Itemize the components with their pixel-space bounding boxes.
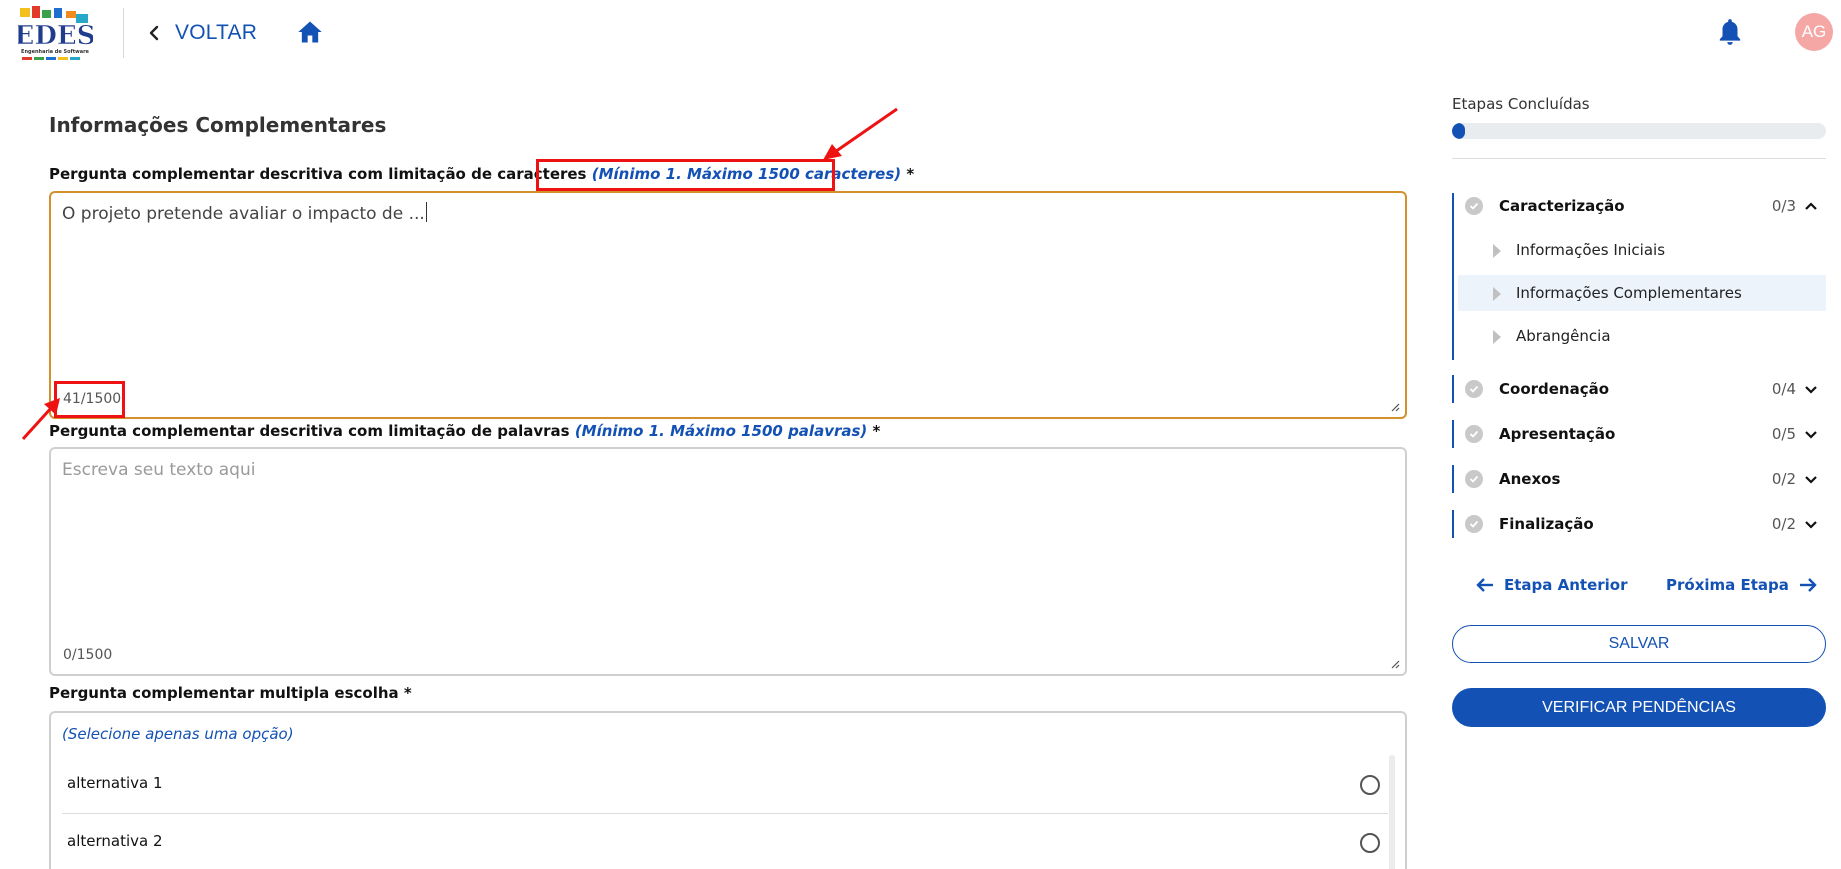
radio-button[interactable]: [1360, 775, 1380, 795]
chevron-up-icon[interactable]: [1804, 201, 1818, 211]
step-count: 0/2: [1771, 515, 1796, 533]
chevron-left-icon: [149, 25, 159, 41]
radio-button[interactable]: [1360, 833, 1380, 853]
question-2-placeholder: Escreva seu texto aqui: [62, 460, 256, 480]
chevron-down-icon[interactable]: [1804, 430, 1818, 440]
step-indicator-bar: [1452, 375, 1454, 403]
substep-informacoes-iniciais[interactable]: Informações Iniciais: [1458, 232, 1826, 268]
sidebar-divider: [1452, 158, 1826, 159]
substep-abrangencia[interactable]: Abrangência: [1458, 318, 1826, 354]
step-count: 0/4: [1771, 380, 1796, 398]
arrow-right-icon: [1799, 578, 1817, 592]
question-1-value: O projeto pretende avaliar o impacto de …: [62, 202, 427, 224]
choices-scrollbar[interactable]: [1389, 755, 1395, 869]
section-title: Informações Complementares: [49, 113, 387, 137]
progress-bar: [1452, 123, 1826, 139]
arrow-left-icon: [1476, 578, 1493, 592]
question-1-label: Pergunta complementar descritiva com lim…: [49, 165, 914, 183]
logo-subtitle: Engenharia de Software: [21, 49, 90, 55]
text-caret: [425, 202, 427, 222]
question-3-text: Pergunta complementar multipla escolha: [49, 684, 399, 702]
substep-informacoes-complementares[interactable]: Informações Complementares: [1458, 275, 1826, 311]
step-finalizacao[interactable]: Finalização 0/2: [1452, 510, 1826, 538]
question-3-label: Pergunta complementar multipla escolha *: [49, 684, 412, 702]
progress-bar-fill: [1452, 123, 1466, 139]
step-indicator-bar: [1452, 420, 1454, 448]
step-count: 0/3: [1771, 197, 1796, 215]
step-coordenacao[interactable]: Coordenação 0/4: [1452, 375, 1826, 403]
check-circle-icon: [1465, 515, 1483, 533]
home-icon[interactable]: [296, 18, 324, 46]
bell-icon[interactable]: [1717, 17, 1743, 47]
question-1-counter: 41/1500: [63, 391, 122, 407]
choice-option-label: alternativa 2: [67, 832, 163, 850]
chevron-down-icon[interactable]: [1804, 475, 1818, 485]
required-marker: *: [872, 422, 881, 440]
previous-step-label: Etapa Anterior: [1504, 576, 1628, 594]
question-3-hint: (Selecione apenas uma opção): [62, 725, 294, 743]
resize-grip-icon[interactable]: [1390, 659, 1400, 669]
step-name: Anexos: [1499, 470, 1561, 488]
question-1-text: Pergunta complementar descritiva com lim…: [49, 165, 587, 183]
question-1-textarea[interactable]: O projeto pretende avaliar o impacto de …: [49, 191, 1407, 419]
back-button[interactable]: VOLTAR: [147, 18, 257, 48]
choice-option[interactable]: alternativa 2: [62, 814, 1388, 869]
top-header: EDES Engenharia de Software VOLTAR AG: [0, 0, 1841, 66]
check-circle-icon: [1465, 197, 1483, 215]
chevron-down-icon[interactable]: [1804, 520, 1818, 530]
question-2-counter: 0/1500: [63, 647, 113, 663]
caret-right-icon: [1493, 244, 1501, 258]
question-2-text: Pergunta complementar descritiva com lim…: [49, 422, 570, 440]
required-marker: *: [403, 684, 412, 702]
question-1-hint: (Mínimo 1. Máximo 1500 caracteres): [591, 165, 902, 183]
caret-right-icon: [1493, 330, 1501, 344]
next-step-label: Próxima Etapa: [1666, 576, 1789, 594]
substep-label: Abrangência: [1516, 327, 1611, 345]
next-step-button[interactable]: Próxima Etapa: [1666, 574, 1818, 596]
logo-wordmark: EDES: [18, 21, 93, 51]
substep-label: Informações Complementares: [1516, 284, 1742, 302]
step-name: Finalização: [1499, 515, 1594, 533]
question-2-hint: (Mínimo 1. Máximo 1500 palavras): [574, 422, 868, 440]
question-3-choices: (Selecione apenas uma opção) alternativa…: [49, 711, 1407, 869]
chevron-down-icon[interactable]: [1804, 385, 1818, 395]
edes-logo: EDES Engenharia de Software: [18, 6, 93, 60]
step-apresentacao[interactable]: Apresentação 0/5: [1452, 420, 1826, 448]
back-button-label: VOLTAR: [175, 21, 258, 44]
step-indicator-bar: [1452, 193, 1454, 360]
step-count: 0/2: [1771, 470, 1796, 488]
verify-pending-button[interactable]: VERIFICAR PENDÊNCIAS: [1452, 688, 1826, 727]
choice-option[interactable]: alternativa 1: [62, 756, 1388, 814]
user-avatar[interactable]: AG: [1795, 13, 1833, 51]
required-marker: *: [906, 165, 915, 183]
caret-right-icon: [1493, 287, 1501, 301]
question-2-label: Pergunta complementar descritiva com lim…: [49, 422, 880, 440]
choice-option-label: alternativa 1: [67, 774, 163, 792]
substep-label: Informações Iniciais: [1516, 241, 1666, 259]
step-indicator-bar: [1452, 465, 1454, 493]
step-anexos[interactable]: Anexos 0/2: [1452, 465, 1826, 493]
check-circle-icon: [1465, 425, 1483, 443]
step-name: Coordenação: [1499, 380, 1610, 398]
previous-step-button[interactable]: Etapa Anterior: [1475, 574, 1628, 596]
check-circle-icon: [1465, 380, 1483, 398]
annotation-arrow-icon: [823, 107, 898, 160]
resize-grip-icon[interactable]: [1390, 402, 1400, 412]
step-name: Apresentação: [1499, 425, 1616, 443]
step-count: 0/5: [1771, 425, 1796, 443]
step-indicator-bar: [1452, 510, 1454, 538]
step-name: Caracterização: [1499, 197, 1625, 215]
check-circle-icon: [1465, 470, 1483, 488]
header-divider: [123, 8, 124, 58]
save-button[interactable]: SALVAR: [1452, 625, 1826, 663]
progress-title: Etapas Concluídas: [1452, 95, 1590, 113]
question-2-textarea[interactable]: Escreva seu texto aqui 0/1500: [49, 447, 1407, 676]
